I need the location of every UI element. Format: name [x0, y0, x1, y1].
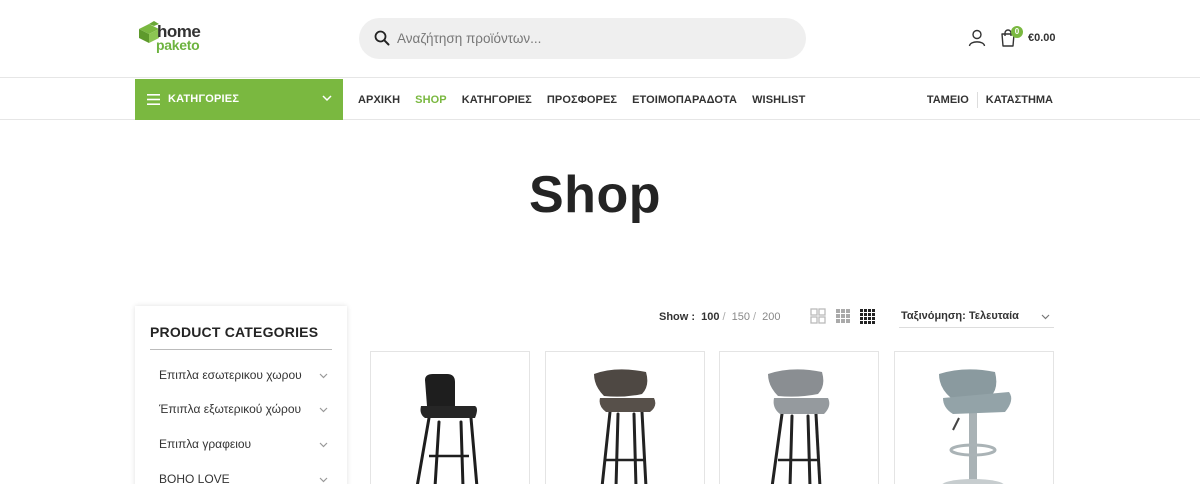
grid-2-columns-icon[interactable]	[810, 308, 826, 324]
category-item-boho-love[interactable]: BOHO LOVE	[159, 472, 332, 484]
grid-3-columns-icon[interactable]	[836, 309, 850, 323]
hamburger-menu-icon	[147, 94, 160, 105]
categories-dropdown-label: ΚΑΤΗΓΟΡΙΕΣ	[168, 93, 240, 105]
category-label: Επιπλα εσωτερικου χωρου	[159, 368, 302, 382]
nav-item-checkout[interactable]: ΤΑΜΕΙΟ	[927, 94, 969, 106]
cart-count-badge: 0	[1011, 26, 1023, 38]
nav-item-offers[interactable]: ΠΡΟΣΦΟΡΕΣ	[547, 94, 617, 106]
grid-4-columns-icon[interactable]	[860, 309, 875, 324]
nav-item-home[interactable]: ΑΡΧΙΚΗ	[358, 94, 400, 106]
per-page-selector: Show : 100/ 150/ 200	[659, 311, 781, 323]
product-image-black-bar-stool[interactable]	[371, 352, 531, 484]
product-card[interactable]	[894, 351, 1054, 484]
site-logo[interactable]: home paketo	[137, 18, 217, 58]
widget-title-divider	[150, 349, 332, 350]
main-navigation: ΚΑΤΗΓΟΡΙΕΣ ΑΡΧΙΚΗ SHOP ΚΑΤΗΓΟΡΙΕΣ ΠΡΟΣΦΟ…	[0, 79, 1200, 120]
primary-menu: ΑΡΧΙΚΗ SHOP ΚΑΤΗΓΟΡΙΕΣ ΠΡΟΣΦΟΡΕΣ ΕΤΟΙΜΟΠ…	[358, 79, 820, 120]
chevron-down-icon	[1041, 314, 1050, 320]
chevron-down-icon[interactable]	[319, 442, 328, 448]
product-image-grey-bar-stool[interactable]	[720, 352, 880, 484]
product-image-light-grey-gas-lift-stool[interactable]	[895, 352, 1055, 484]
product-image-brown-bar-stool[interactable]	[546, 352, 706, 484]
product-card[interactable]	[370, 351, 530, 484]
sort-order-value: Ταξινόμηση: Τελευταία	[901, 310, 1019, 322]
nav-item-ready-to-ship[interactable]: ΕΤΟΙΜΟΠΑΡΑΔΟΤΑ	[632, 94, 737, 106]
nav-item-store[interactable]: ΚΑΤΑΣΤΗΜΑ	[986, 94, 1053, 106]
logo-text-paketo: paketo	[156, 37, 200, 53]
nav-item-categories[interactable]: ΚΑΤΗΓΟΡΙΕΣ	[462, 94, 532, 106]
product-card[interactable]	[545, 351, 705, 484]
cart-total: €0.00	[1028, 32, 1056, 44]
search-bar	[359, 18, 806, 59]
show-label: Show :	[659, 311, 696, 323]
category-item-office-furniture[interactable]: Επιπλα γραφειου	[159, 437, 332, 457]
per-page-option-150[interactable]: 150	[732, 311, 750, 323]
per-page-option-200[interactable]: 200	[762, 311, 780, 323]
category-item-outdoor-furniture[interactable]: Έπιπλα εξωτερικού χώρου	[159, 402, 332, 422]
chevron-down-icon[interactable]	[319, 407, 328, 413]
chevron-down-icon[interactable]	[319, 477, 328, 483]
category-label: Επιπλα γραφειου	[159, 437, 252, 451]
cart-button[interactable]: 0 €0.00	[1000, 26, 1060, 51]
product-categories-widget: PRODUCT CATEGORIES Επιπλα εσωτερικου χωρ…	[135, 306, 347, 484]
category-label: BOHO LOVE	[159, 472, 230, 484]
search-icon[interactable]	[374, 30, 390, 46]
product-card[interactable]	[719, 351, 879, 484]
nav-item-wishlist[interactable]: WISHLIST	[752, 94, 805, 106]
chevron-down-icon	[322, 95, 332, 102]
chevron-down-icon[interactable]	[319, 373, 328, 379]
sort-order-select[interactable]: Ταξινόμηση: Τελευταία	[899, 306, 1054, 328]
user-account-icon[interactable]	[968, 29, 986, 47]
category-label: Έπιπλα εξωτερικού χώρου	[159, 402, 302, 416]
nav-item-shop[interactable]: SHOP	[415, 94, 447, 106]
secondary-menu: ΤΑΜΕΙΟ ΚΑΤΑΣΤΗΜΑ	[927, 79, 1053, 120]
widget-title: PRODUCT CATEGORIES	[150, 324, 319, 340]
search-input[interactable]	[397, 18, 787, 59]
grid-view-switcher	[810, 308, 878, 329]
categories-dropdown-button[interactable]: ΚΑΤΗΓΟΡΙΕΣ	[135, 79, 343, 120]
site-header: home paketo 0 €0.00	[0, 0, 1200, 78]
category-item-indoor-furniture[interactable]: Επιπλα εσωτερικου χωρου	[159, 368, 332, 388]
menu-divider	[976, 91, 978, 108]
per-page-option-100[interactable]: 100	[701, 311, 719, 323]
page-title: Shop	[529, 166, 661, 224]
